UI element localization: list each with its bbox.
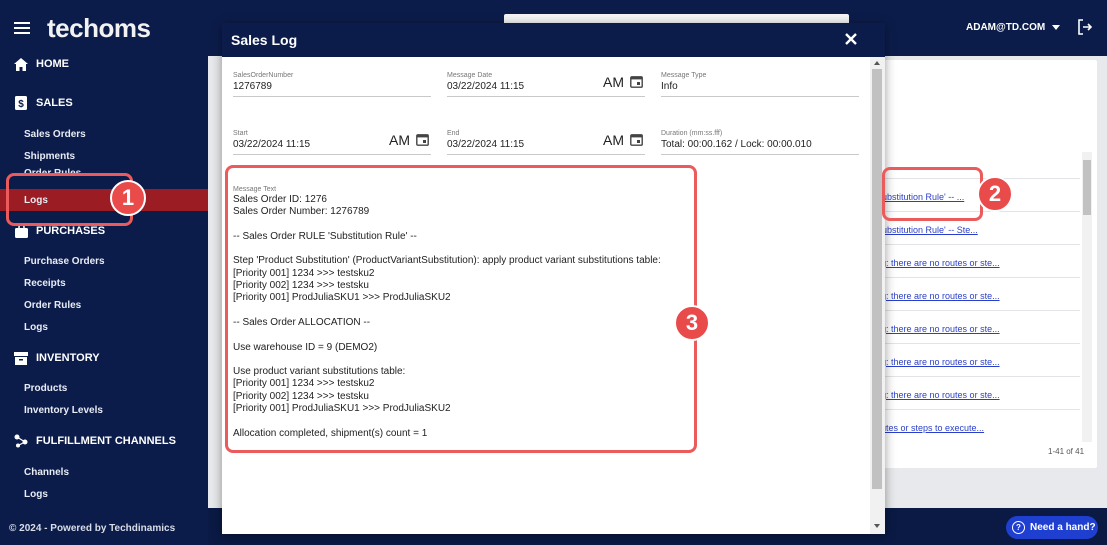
user-menu[interactable]: ADAM@TD.COM [966, 22, 1045, 33]
sidebar-item-inventory-levels[interactable]: Inventory Levels [0, 399, 208, 421]
sidebar-item-purchase-orders[interactable]: Purchase Orders [0, 250, 208, 272]
dialog-scrollbar-thumb[interactable] [872, 69, 882, 489]
nav-inventory[interactable]: INVENTORY [0, 347, 100, 369]
nav-home[interactable]: HOME [0, 53, 69, 75]
list-scrollbar-thumb[interactable] [1083, 160, 1091, 215]
row-divider [870, 244, 1080, 245]
dialog-title: Sales Log [231, 32, 298, 48]
sidebar-item-purchase-order-rules[interactable]: Order Rules [0, 294, 208, 316]
bag-icon [14, 224, 28, 238]
field-label: SalesOrderNumber [233, 72, 294, 79]
callout-badge-3: 3 [674, 305, 710, 341]
callout-box-log-row [882, 167, 983, 221]
chevron-down-icon[interactable] [1052, 25, 1060, 30]
sidebar-item-receipts[interactable]: Receipts [0, 272, 208, 294]
inventory-icon [14, 351, 28, 365]
sidebar-item-shipments[interactable]: Shipments [0, 145, 208, 167]
row-divider [870, 376, 1080, 377]
menu-icon[interactable] [14, 22, 30, 34]
log-row-link[interactable]: ng: there are no routes or ste... [876, 291, 1000, 301]
dollar-doc-icon: $ [14, 96, 28, 110]
row-divider [870, 277, 1080, 278]
log-row-link[interactable]: ng: there are no routes or ste... [876, 390, 1000, 400]
sidebar-item-sales-orders[interactable]: Sales Orders [0, 123, 208, 145]
log-row-link[interactable]: outes or steps to execute... [876, 423, 984, 433]
sidebar-item-channels[interactable]: Channels [0, 461, 208, 483]
calendar-icon[interactable] [630, 133, 643, 146]
help-button[interactable]: ? Need a hand? [1006, 516, 1098, 539]
logout-icon[interactable] [1077, 19, 1093, 35]
end-ampm: AM [603, 132, 624, 148]
log-row-link[interactable]: ng: there are no routes or ste... [876, 357, 1000, 367]
sidebar-item-fulfillment-logs[interactable]: Logs [0, 483, 208, 505]
home-icon [14, 57, 28, 71]
sidebar: techoms HOME $ SALES Sales Orders Shipme… [0, 0, 208, 545]
field-value: Total: 00:00.162 / Lock: 00:00.010 [661, 139, 812, 150]
scroll-down-icon[interactable] [874, 524, 880, 528]
sidebar-item-purchase-logs[interactable]: Logs [0, 316, 208, 338]
brand: techoms [0, 0, 208, 56]
duration-field[interactable]: Duration (mm:ss.fff) Total: 00:00.162 / … [661, 130, 859, 155]
message-date-ampm: AM [603, 74, 624, 90]
field-value: Info [661, 81, 678, 92]
log-row-link[interactable]: Substitution Rule' -- Ste... [876, 225, 978, 235]
channels-icon [14, 434, 28, 448]
sidebar-item-products[interactable]: Products [0, 377, 208, 399]
sales-order-number-field[interactable]: SalesOrderNumber 1276789 [233, 72, 431, 97]
callout-box-message-text [225, 165, 697, 453]
calendar-icon[interactable] [416, 133, 429, 146]
log-row-link[interactable]: ng: there are no routes or ste... [876, 258, 1000, 268]
pagination-info: 1-41 of 41 [1048, 447, 1085, 456]
calendar-icon[interactable] [630, 75, 643, 88]
nav-fulfillment-channels[interactable]: FULFILLMENT CHANNELS [0, 430, 176, 452]
nav-sales[interactable]: $ SALES [0, 92, 73, 114]
scroll-up-icon[interactable] [874, 61, 880, 65]
close-icon[interactable] [842, 30, 860, 48]
app-logo: techoms [47, 12, 151, 43]
log-row-link[interactable]: ng: there are no routes or ste... [876, 324, 1000, 334]
dialog-header: Sales Log [222, 23, 885, 57]
row-divider [870, 310, 1080, 311]
start-ampm: AM [389, 132, 410, 148]
svg-text:$: $ [18, 99, 24, 110]
help-icon: ? [1012, 521, 1025, 534]
row-divider [870, 409, 1080, 410]
callout-badge-2: 2 [977, 176, 1013, 212]
field-value: 1276789 [233, 81, 272, 92]
field-label: Message Type [661, 72, 707, 79]
callout-badge-1: 1 [110, 180, 146, 216]
footer-copyright: © 2024 - Powered by Techdinamics [9, 523, 176, 534]
row-divider [870, 343, 1080, 344]
message-type-field[interactable]: Message Type Info [661, 72, 859, 97]
field-label: Duration (mm:ss.fff) [661, 130, 723, 137]
